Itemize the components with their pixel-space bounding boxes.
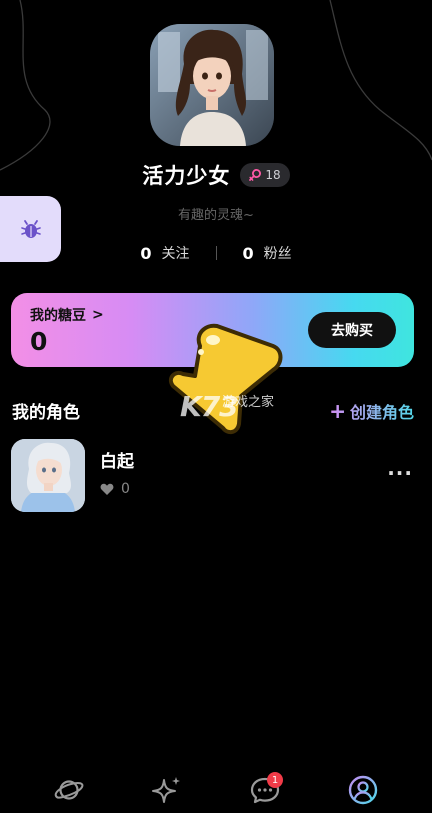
buy-candy-button[interactable]: 去购买 <box>308 312 396 348</box>
plus-icon: + <box>329 398 346 423</box>
roles-section-title: 我的角色 <box>12 403 80 423</box>
more-options-icon[interactable]: ··· <box>387 461 413 485</box>
fans-label: 粉丝 <box>263 246 292 262</box>
tab-messages[interactable]: 1 <box>245 770 285 810</box>
chevron-right-icon: > <box>92 307 104 323</box>
role-avatar <box>11 439 85 512</box>
candy-amount: 0 <box>30 327 48 356</box>
age-badge: 18 <box>240 163 290 187</box>
following-stat[interactable]: 0 关注 <box>114 243 215 263</box>
create-role-label: 创建角色 <box>349 402 414 422</box>
candy-title-label: 我的糖豆 <box>30 308 86 324</box>
profile-bio: 有趣的灵魂~ <box>178 208 254 223</box>
planet-icon <box>54 780 84 800</box>
role-list-item[interactable]: 白起 0 ··· <box>11 439 421 513</box>
bottom-tab-bar: 1 <box>0 767 432 813</box>
age-value: 18 <box>265 168 281 182</box>
watermark-subtitle: 游戏之家 <box>222 395 275 410</box>
profile-icon <box>348 775 378 805</box>
sparkle-icon <box>152 777 180 803</box>
tab-discover[interactable] <box>49 770 89 810</box>
role-likes: 0 <box>100 481 130 497</box>
user-name: 活力少女 <box>142 164 231 188</box>
create-role-button[interactable]: + 创建角色 <box>329 399 414 423</box>
fans-stat[interactable]: 0 粉丝 <box>217 243 318 263</box>
follow-stats: 0 关注 0 粉丝 <box>0 243 432 263</box>
heart-icon <box>100 483 114 495</box>
role-likes-count: 0 <box>121 481 130 497</box>
profile-name-row: 活力少女 18 <box>0 160 432 190</box>
candy-title: 我的糖豆 > <box>30 305 104 325</box>
role-name: 白起 <box>100 452 134 472</box>
following-count: 0 <box>140 243 152 263</box>
bug-icon <box>20 220 41 238</box>
female-gender-icon <box>249 169 262 181</box>
messages-badge: 1 <box>267 772 283 788</box>
fans-count: 0 <box>242 243 254 263</box>
profile-avatar[interactable] <box>150 24 274 146</box>
tab-profile[interactable] <box>343 770 383 810</box>
following-label: 关注 <box>161 246 190 262</box>
tab-sparkle[interactable] <box>147 770 187 810</box>
candy-balance-card[interactable]: 我的糖豆 > 0 去购买 <box>11 293 414 367</box>
